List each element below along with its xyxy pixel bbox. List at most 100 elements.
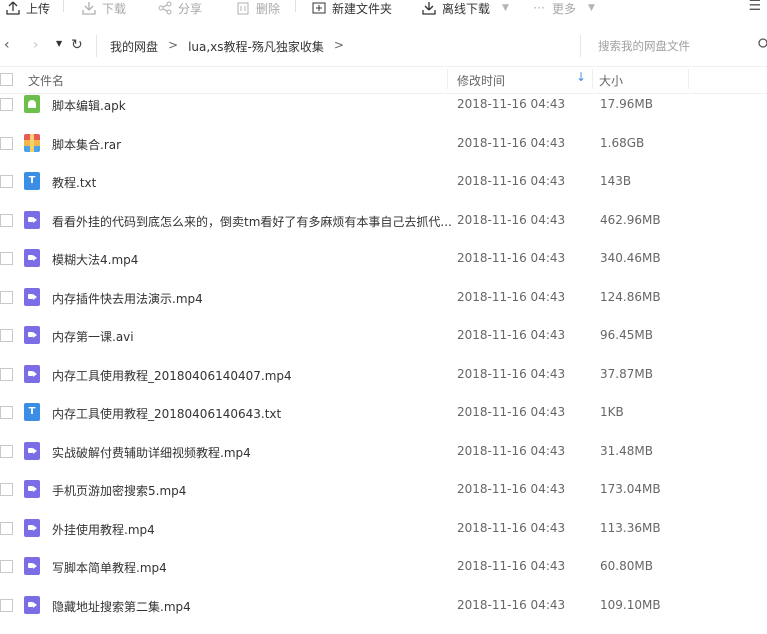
file-size: 173.04MB <box>600 482 661 496</box>
delete-button[interactable]: 删除 <box>236 0 280 16</box>
file-size: 60.80MB <box>600 559 653 573</box>
download-icon <box>82 1 96 15</box>
file-name[interactable]: 内存第一课.avi <box>52 328 134 345</box>
back-arrow-icon[interactable]: ‹ <box>4 37 10 53</box>
more-button[interactable]: ··· 更多 ▼ <box>532 0 595 16</box>
search-divider <box>580 35 581 57</box>
file-modified-time: 2018-11-16 04:43 <box>457 251 566 265</box>
file-modified-time: 2018-11-16 04:43 <box>457 443 566 458</box>
video-icon <box>24 326 40 344</box>
search-icon[interactable] <box>758 38 767 54</box>
breadcrumb: 我的网盘 > lua,xs教程-殇凡独家收集 > <box>110 38 344 55</box>
file-row[interactable]: 实战破解付费辅助详细视频教程.mp4 2018-11-16 04:43 31.48M… <box>0 433 767 471</box>
new-folder-button[interactable]: 新建文件夹 <box>312 0 392 16</box>
row-checkbox[interactable] <box>0 329 13 342</box>
file-row[interactable]: 内存第一课.avi 2018-11-16 04:43 96.45MB <box>0 317 767 355</box>
file-name[interactable]: 内存插件快去用法演示.mp4 <box>52 290 203 307</box>
file-modified-time: 2018-11-16 04:43 <box>457 135 566 150</box>
nav-divider <box>96 35 97 57</box>
select-all-checkbox[interactable] <box>0 73 13 86</box>
file-row[interactable]: 手机页游加密搜索5.mp4 2018-11-16 04:43 173.04MB <box>0 471 767 509</box>
row-checkbox[interactable] <box>0 444 13 458</box>
file-name[interactable]: 手机页游加密搜索5.mp4 <box>52 482 186 499</box>
toolbar: 上传 下载 分享 删除 新建文件夹 离线下载 ▼ ··· 更多 ▼ ☰ <box>0 0 767 20</box>
more-icon: ··· <box>533 1 545 15</box>
row-checkbox[interactable] <box>0 560 13 573</box>
file-modified-time: 2018-11-16 04:43 <box>457 174 566 188</box>
row-checkbox[interactable] <box>0 213 13 227</box>
rar-icon <box>24 133 40 152</box>
file-size: 1KB <box>600 405 624 419</box>
file-modified-time: 2018-11-16 04:43 <box>457 405 566 419</box>
new-folder-icon <box>312 1 326 15</box>
apk-icon <box>24 95 40 113</box>
sort-down-icon[interactable]: ↓ <box>576 70 586 84</box>
file-row[interactable]: 外挂使用教程.mp4 2018-11-16 04:43 113.36MB <box>0 510 767 548</box>
file-name[interactable]: 脚本集合.rar <box>52 136 121 153</box>
file-row[interactable]: 内存插件快去用法演示.mp4 2018-11-16 04:43 124.86MB <box>0 279 767 317</box>
file-name[interactable]: 看看外挂的代码到底怎么来的，倒卖tm看好了有多麻烦有本事自己去抓代... <box>52 213 452 230</box>
file-name[interactable]: 脚本编辑.apk <box>52 97 126 114</box>
search-input[interactable]: 搜索我的网盘文件 <box>598 38 690 54</box>
video-icon <box>24 249 40 267</box>
download-button[interactable]: 下载 <box>82 0 126 16</box>
row-checkbox[interactable] <box>0 598 13 612</box>
file-name[interactable]: 写脚本简单教程.mp4 <box>52 559 167 576</box>
row-checkbox[interactable] <box>0 521 13 535</box>
row-checkbox[interactable] <box>0 252 13 265</box>
file-size: 37.87MB <box>600 366 653 381</box>
txt-icon: T <box>24 172 40 190</box>
breadcrumb-separator: > <box>168 38 179 52</box>
share-button[interactable]: 分享 <box>158 0 202 16</box>
file-row[interactable]: 隐藏地址搜索第二集.mp4 2018-11-16 04:43 109.10MB <box>0 587 767 625</box>
file-modified-time: 2018-11-16 04:43 <box>457 97 566 111</box>
file-row[interactable]: 看看外挂的代码到底怎么来的，倒卖tm看好了有多麻烦有本事自己去抓代... 2018… <box>0 202 767 240</box>
file-modified-time: 2018-11-16 04:43 <box>457 559 566 573</box>
file-name[interactable]: 模糊大法4.mp4 <box>52 251 138 268</box>
share-icon <box>158 1 172 15</box>
video-icon <box>24 518 40 537</box>
forward-arrow-icon[interactable]: › <box>33 37 39 53</box>
row-checkbox[interactable] <box>0 98 13 111</box>
row-checkbox[interactable] <box>0 290 13 304</box>
video-icon <box>24 557 40 575</box>
video-icon <box>24 287 40 306</box>
file-row[interactable]: T 内存工具使用教程_20180406140643.txt 2018-11-16 0… <box>0 394 767 432</box>
row-checkbox[interactable] <box>0 406 13 419</box>
file-row[interactable]: 模糊大法4.mp4 2018-11-16 04:43 340.46MB <box>0 240 767 278</box>
toolbar-divider <box>295 0 296 12</box>
row-checkbox[interactable] <box>0 175 13 188</box>
offline-download-button[interactable]: 离线下载 ▼ <box>422 0 509 16</box>
file-row[interactable]: 脚本集合.rar 2018-11-16 04:43 1.68GB <box>0 125 767 163</box>
file-row[interactable]: 内存工具使用教程_20180406140407.mp4 2018-11-16 04… <box>0 356 767 394</box>
file-modified-time: 2018-11-16 04:43 <box>457 520 566 535</box>
file-name[interactable]: 实战破解付费辅助详细视频教程.mp4 <box>52 444 251 461</box>
row-checkbox[interactable] <box>0 483 13 496</box>
file-size: 340.46MB <box>600 251 661 265</box>
history-dropdown-icon[interactable]: ▼ <box>56 39 62 48</box>
file-name[interactable]: 教程.txt <box>52 174 96 191</box>
row-checkbox[interactable] <box>0 136 13 150</box>
file-row[interactable]: 脚本编辑.apk 2018-11-16 04:43 17.96MB <box>0 86 767 124</box>
video-icon <box>24 480 40 498</box>
refresh-icon[interactable]: ↻ <box>71 37 83 53</box>
breadcrumb-current-folder[interactable]: lua,xs教程-殇凡独家收集 <box>188 38 324 55</box>
video-icon <box>24 595 40 614</box>
row-checkbox[interactable] <box>0 367 13 381</box>
navigation-bar: ‹ › ▼ ↻ 我的网盘 > lua,xs教程-殇凡独家收集 > 搜索我的网盘文… <box>0 30 767 62</box>
upload-icon <box>6 1 20 15</box>
list-view-icon[interactable]: ☰ <box>748 0 761 14</box>
file-name[interactable]: 内存工具使用教程_20180406140407.mp4 <box>52 367 292 384</box>
file-size: 31.48MB <box>600 443 653 458</box>
file-modified-time: 2018-11-16 04:43 <box>457 289 566 304</box>
file-size: 462.96MB <box>600 212 661 227</box>
file-name[interactable]: 隐藏地址搜索第二集.mp4 <box>52 598 191 615</box>
file-name[interactable]: 外挂使用教程.mp4 <box>52 521 155 538</box>
file-row[interactable]: 写脚本简单教程.mp4 2018-11-16 04:43 60.80MB <box>0 548 767 586</box>
file-modified-time: 2018-11-16 04:43 <box>457 366 566 381</box>
upload-button[interactable]: 上传 <box>6 0 50 16</box>
video-icon <box>24 210 40 229</box>
file-name[interactable]: 内存工具使用教程_20180406140643.txt <box>52 405 281 422</box>
file-row[interactable]: T 教程.txt 2018-11-16 04:43 143B <box>0 163 767 201</box>
breadcrumb-root[interactable]: 我的网盘 <box>110 38 158 55</box>
